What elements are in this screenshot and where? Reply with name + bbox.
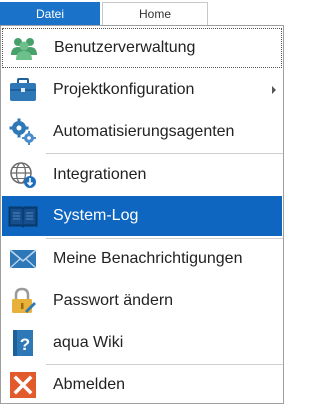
- file-menu: Benutzerverwaltung Projektkonfiguration: [0, 25, 284, 404]
- svg-text:?: ?: [20, 335, 30, 354]
- menu-item-logout[interactable]: Abmelden: [2, 365, 282, 405]
- submenu-arrow-icon: [272, 86, 276, 94]
- briefcase-icon: [8, 75, 38, 105]
- menu-item-label: Passwort ändern: [53, 292, 174, 309]
- lock-icon: [8, 286, 38, 316]
- menu-item-label: aqua Wiki: [53, 334, 124, 351]
- gears-icon: [8, 117, 38, 147]
- users-icon: [9, 33, 39, 63]
- menu-item-my-notifications[interactable]: Meine Benachrichtigungen: [2, 239, 282, 279]
- menu-item-integrations[interactable]: Integrationen: [2, 155, 282, 195]
- menu-item-label: Integrationen: [53, 166, 147, 183]
- menu-item-label: Automatisierungsagenten: [53, 123, 235, 140]
- menu-item-change-password[interactable]: Passwort ändern: [2, 281, 282, 321]
- menu-item-label: Abmelden: [53, 376, 126, 393]
- tab-home[interactable]: Home: [102, 2, 208, 25]
- globe-icon: [8, 160, 38, 190]
- menu-item-system-log[interactable]: System-Log: [2, 196, 282, 236]
- menu-separator: [46, 153, 283, 154]
- menu-item-label: Projektkonfiguration: [53, 81, 195, 98]
- help-book-icon: ?: [8, 328, 38, 358]
- logout-x-icon: [8, 370, 38, 400]
- log-book-icon: [8, 201, 38, 231]
- menu-item-label: System-Log: [53, 207, 139, 224]
- envelope-icon: [8, 244, 38, 274]
- menu-item-label: Meine Benachrichtigungen: [53, 250, 243, 267]
- tab-file[interactable]: Datei: [0, 2, 100, 25]
- ribbon-tab-bar: Datei Home: [0, 0, 288, 25]
- menu-item-project-config[interactable]: Projektkonfiguration: [2, 70, 282, 110]
- menu-item-automation-agents[interactable]: Automatisierungsagenten: [2, 112, 282, 152]
- menu-item-label: Benutzerverwaltung: [54, 39, 196, 56]
- menu-item-aqua-wiki[interactable]: ? aqua Wiki: [2, 323, 282, 363]
- menu-item-user-management[interactable]: Benutzerverwaltung: [2, 28, 282, 68]
